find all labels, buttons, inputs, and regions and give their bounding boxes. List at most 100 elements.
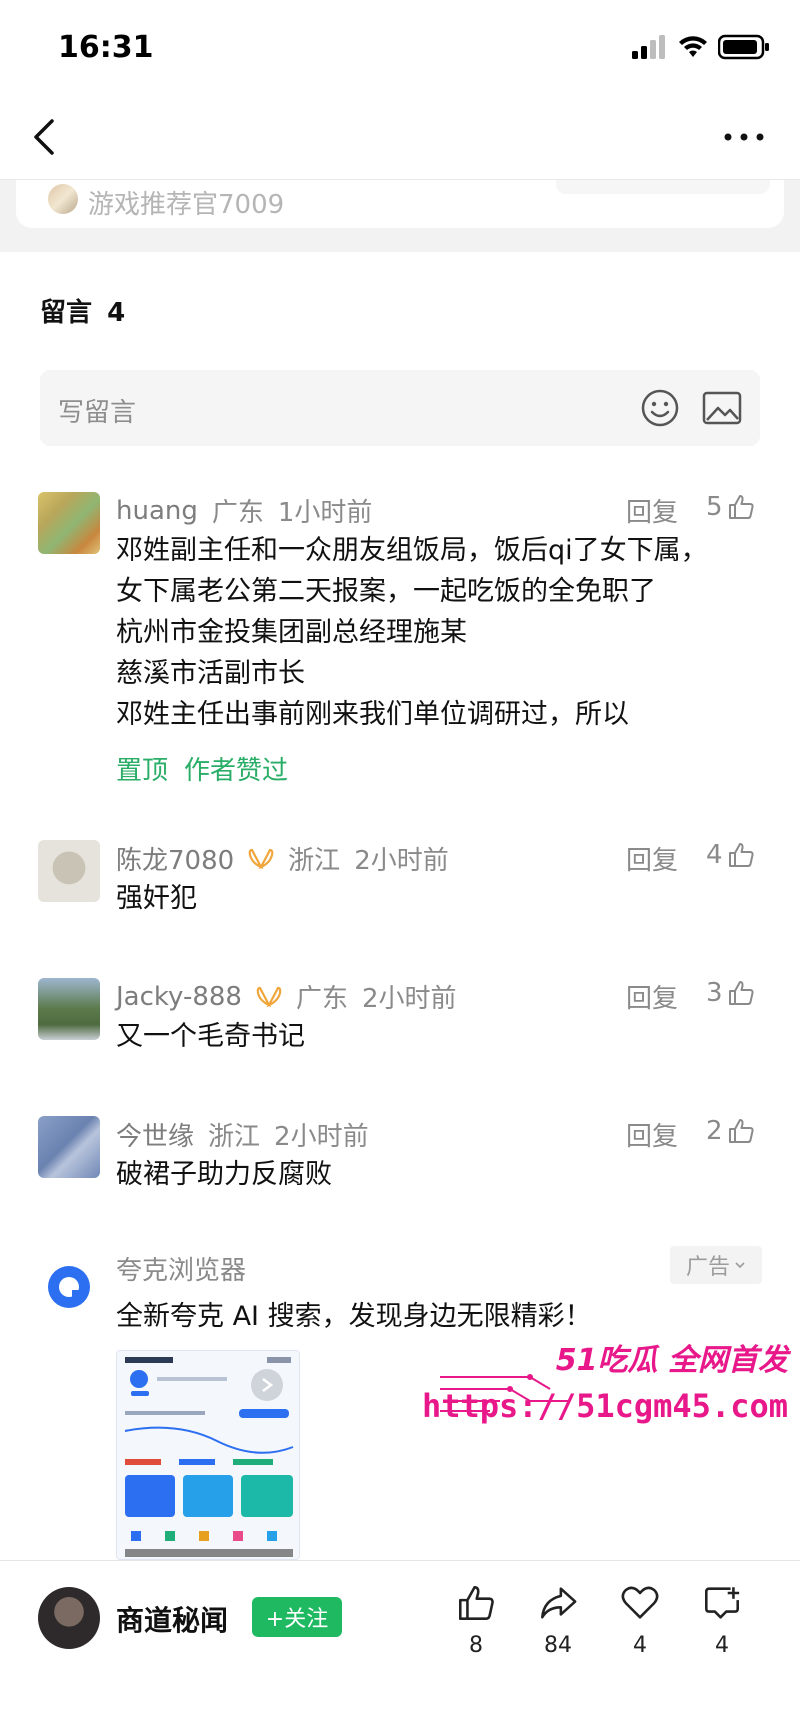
comment-time: 1小时前	[277, 498, 373, 528]
chevron-down-icon	[735, 1262, 745, 1269]
watermark-top-text: 51吃瓜 全网首发	[555, 1343, 788, 1378]
avatar	[48, 184, 78, 214]
status-bar: 16:31	[0, 0, 800, 95]
comment-time: 2小时前	[361, 984, 457, 1014]
heart-icon	[621, 1586, 659, 1619]
ad-name[interactable]: 夸克浏览器	[116, 1250, 246, 1287]
previous-card-button[interactable]	[556, 180, 770, 194]
share-icon	[541, 1587, 577, 1619]
nav-bar	[0, 95, 800, 180]
share-count: 84	[544, 1633, 572, 1658]
comment-author[interactable]: 陈龙7080	[116, 840, 234, 877]
author-name[interactable]: 商道秘闻	[116, 1599, 228, 1639]
bottom-bar: 商道秘闻 +关注 8 84 4 4	[0, 1560, 800, 1731]
status-time: 16:31	[58, 30, 154, 65]
comment-input-placeholder: 写留言	[58, 398, 137, 428]
comments-title: 留言 4	[40, 292, 125, 329]
comment-line: 杭州市金投集团副总经理施某	[116, 617, 467, 648]
reply-button[interactable]: 回复	[626, 1116, 678, 1153]
wifi-icon	[679, 36, 707, 57]
comment-time: 2小时前	[274, 1122, 369, 1152]
previous-card[interactable]: 游戏推荐官7009	[16, 180, 784, 228]
favorite-count: 4	[633, 1633, 647, 1658]
thumbs-up-icon	[459, 1586, 494, 1620]
like-button[interactable]: 3	[706, 978, 755, 1008]
author-liked-tag: 作者赞过	[184, 756, 289, 786]
chevron-left-icon	[34, 119, 54, 155]
comment-location: 广东	[295, 984, 348, 1014]
comment-author[interactable]: Jacky-888	[116, 982, 242, 1012]
ad-screenshot-thumbnail	[117, 1351, 299, 1559]
avatar[interactable]	[38, 492, 100, 554]
thumbs-up-icon	[728, 1119, 754, 1143]
pinned-tag: 置顶	[116, 756, 169, 786]
comment-meta: Jacky-888 广东 2小时前	[116, 978, 457, 1015]
avatar[interactable]	[38, 840, 100, 902]
ad-tag-label: 广告	[685, 1255, 730, 1280]
signal-icon	[632, 35, 665, 59]
ad-tag[interactable]: 广告	[670, 1246, 762, 1284]
comment-author[interactable]: 今世缘	[116, 1116, 194, 1153]
comment-text: 又一个毛奇书记	[116, 1016, 305, 1057]
comment-meta: huang 广东 1小时前	[116, 492, 372, 529]
ad-image[interactable]	[116, 1350, 300, 1560]
emoji-button[interactable]	[640, 388, 680, 428]
avatar[interactable]	[38, 978, 100, 1040]
thumbs-up-icon	[728, 981, 754, 1005]
watermark-url: https://51cgm45.com	[421, 1387, 788, 1425]
comment-count: 4	[715, 1633, 729, 1658]
like-count: 8	[469, 1633, 483, 1658]
comment-location: 广东	[211, 498, 264, 528]
comment-line: 女下属老公第二天报案，一起吃饭的全免职了	[116, 576, 656, 607]
comment-input[interactable]: 写留言	[40, 370, 760, 446]
like-action[interactable]: 8	[446, 1583, 506, 1658]
comment-location: 浙江	[208, 1122, 261, 1152]
comment-line: 邓姓副主任和一众朋友组饭局，饭后qi了女下属，	[116, 535, 708, 566]
comment-line: 强奸犯	[116, 883, 197, 914]
image-button[interactable]	[702, 390, 742, 426]
previous-card-author: 游戏推荐官7009	[88, 190, 285, 220]
reply-button[interactable]: 回复	[626, 978, 678, 1015]
comment-time: 2小时前	[354, 846, 449, 876]
back-button[interactable]	[26, 115, 66, 159]
comment-line: 邓姓主任出事前刚来我们单位调研过，所以	[116, 699, 629, 730]
more-icon	[724, 133, 764, 141]
follow-button[interactable]: +关注	[252, 1597, 342, 1637]
comment-line: 破裙子助力反腐败	[116, 1159, 332, 1190]
reply-button[interactable]: 回复	[626, 492, 678, 529]
comment-text: 邓姓副主任和一众朋友组饭局，饭后qi了女下属， 女下属老公第二天报案，一起吃饭的…	[116, 530, 708, 735]
butterfly-badge-icon	[256, 986, 282, 1007]
avatar[interactable]	[38, 1116, 100, 1178]
quark-logo-icon	[48, 1266, 90, 1308]
favorite-action[interactable]: 4	[610, 1583, 670, 1658]
like-count: 2	[706, 1116, 723, 1146]
comment-author[interactable]: huang	[116, 496, 198, 526]
comment-action[interactable]: 4	[692, 1583, 752, 1658]
like-button[interactable]: 4	[706, 840, 755, 870]
reply-button[interactable]: 回复	[626, 840, 678, 877]
comment-add-icon	[705, 1587, 740, 1619]
comment-location: 浙江	[288, 846, 341, 876]
author-avatar[interactable]	[38, 1587, 100, 1649]
comment-text: 破裙子助力反腐败	[116, 1154, 332, 1195]
more-button[interactable]	[722, 115, 766, 159]
emoji-icon	[641, 389, 679, 427]
like-button[interactable]: 5	[706, 492, 755, 522]
like-count: 5	[706, 492, 723, 522]
status-icons	[632, 34, 770, 60]
comment-line: 又一个毛奇书记	[116, 1021, 305, 1052]
butterfly-badge-icon	[248, 848, 274, 869]
image-icon	[702, 391, 742, 425]
comment-meta: 陈龙7080 浙江 2小时前	[116, 840, 449, 877]
comment-meta: 今世缘 浙江 2小时前	[116, 1116, 369, 1153]
comment-tags: 置顶 作者赞过	[116, 750, 288, 787]
like-count: 3	[706, 978, 723, 1008]
share-action[interactable]: 84	[528, 1583, 588, 1658]
ad-text: 全新夸克 AI 搜索，发现身边无限精彩！	[116, 1301, 592, 1332]
comments-count: 4	[107, 298, 126, 328]
comment-text: 强奸犯	[116, 878, 197, 919]
watermark: 51吃瓜 全网首发 https://51cgm45.com	[422, 1335, 800, 1455]
like-button[interactable]: 2	[706, 1116, 755, 1146]
thumbs-up-icon	[728, 843, 754, 867]
like-count: 4	[706, 840, 723, 870]
